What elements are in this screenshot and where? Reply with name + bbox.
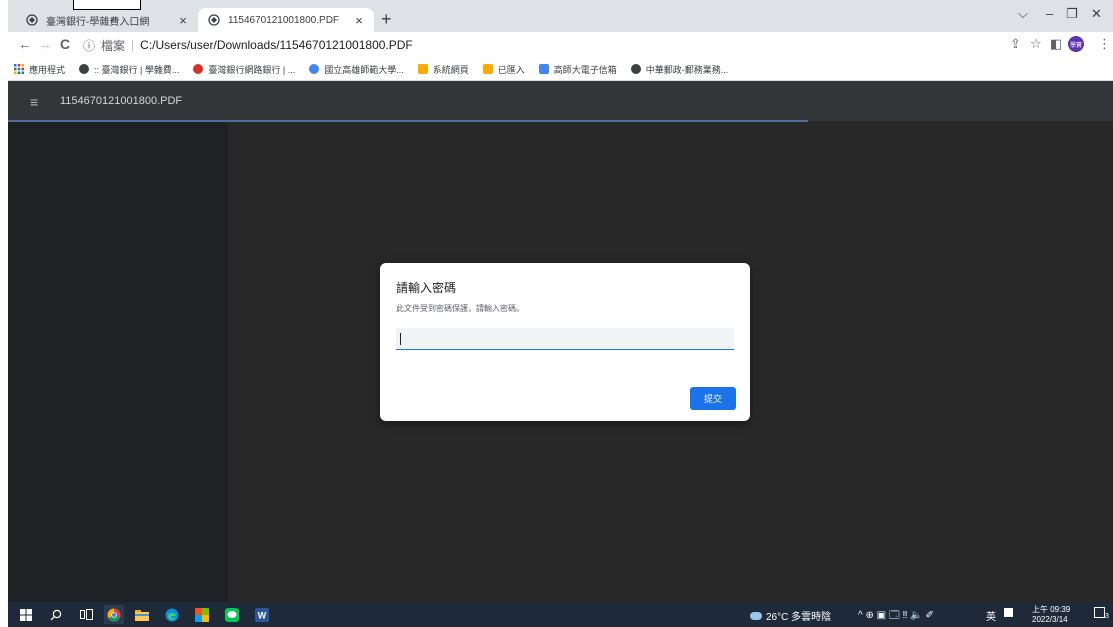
overlay-box (73, 0, 141, 10)
bookmark-item[interactable]: 已匯入 (482, 63, 525, 76)
globe-icon (630, 64, 641, 74)
ime-indicator[interactable]: 英 (986, 608, 996, 623)
windows-taskbar: W 26°C 多雲時陰 ^ ⊕ ▣ 🗔 ‼ 🔈 ✐ 英 上午 09:39 202… (8, 602, 1113, 627)
globe-icon (208, 14, 220, 26)
weather-text: 26°C 多雲時陰 (766, 612, 832, 623)
edge-icon[interactable] (162, 605, 182, 624)
apps-grid-icon (14, 64, 24, 74)
address-bar[interactable]: ⓘ 檔案 | C:/Users/user/Downloads/115467012… (83, 34, 983, 56)
thumbnail-sidebar (8, 122, 228, 602)
bookmark-label: 國立高雄師範大學... (324, 64, 404, 75)
bookmark-label: 中華郵政-郵務業務... (645, 64, 729, 75)
globe-icon (26, 14, 38, 26)
bookmarks-bar: 應用程式 :: 臺灣銀行 | 學雜費... 臺灣銀行網路銀行 | ... 國立高… (8, 58, 1113, 81)
bookmark-star-icon[interactable]: ☆ (1030, 36, 1042, 52)
scheme-label: 檔案 (101, 38, 126, 53)
folder-icon (417, 64, 428, 74)
weather-widget[interactable]: 26°C 多雲時陰 (750, 608, 831, 623)
text-caret (400, 333, 401, 345)
bookmark-item[interactable]: 中華郵政-郵務業務... (630, 63, 729, 76)
bookmark-item[interactable]: 系統網頁 (417, 63, 469, 76)
close-tab-icon[interactable]: × (174, 13, 192, 28)
minimize-button[interactable]: – (1046, 6, 1053, 21)
clock-time: 上午 09:39 (1032, 605, 1071, 614)
new-tab-button[interactable]: + (381, 8, 392, 30)
globe-icon (79, 64, 90, 74)
pdf-file-name: 1154670121001800.PDF (60, 95, 183, 107)
search-icon[interactable] (46, 605, 66, 624)
windows-start-icon[interactable] (16, 605, 36, 624)
browser-window: 臺灣銀行-學雜費入口網 × 1154670121001800.PDF × + ⌵… (8, 0, 1113, 627)
pdf-toolbar: ≡ 1154670121001800.PDF (8, 81, 1113, 121)
side-panel-icon[interactable]: ◧ (1050, 36, 1062, 52)
url-text: C:/Users/user/Downloads/1154670121001800… (140, 38, 413, 52)
tab-strip: 臺灣銀行-學雜費入口網 × 1154670121001800.PDF × + ⌵… (8, 0, 1113, 32)
restore-button[interactable]: ❐ (1066, 6, 1078, 22)
submit-button[interactable]: 提交 (690, 387, 736, 410)
bookmark-item[interactable]: 臺灣銀行網路銀行 | ... (193, 63, 295, 76)
close-window-button[interactable]: ✕ (1091, 6, 1102, 22)
notification-icon[interactable]: 3 (1094, 607, 1109, 621)
address-separator: | (131, 38, 135, 52)
browser-toolbar: ← → C ⓘ 檔案 | C:/Users/user/Downloads/115… (8, 32, 1113, 58)
file-explorer-icon[interactable] (132, 605, 152, 624)
dialog-message: 此文件受到密碼保護，請輸入密碼。 (396, 304, 524, 313)
tab-title: 臺灣銀行-學雜費入口網 (46, 16, 150, 28)
cloud-icon (750, 612, 762, 620)
bookmark-label: 已匯入 (497, 64, 525, 75)
info-icon[interactable]: ⓘ (83, 37, 95, 54)
clock-date: 2022/3/14 (1032, 615, 1068, 624)
bookmark-item[interactable]: :: 臺灣銀行 | 學雜費... (79, 63, 179, 76)
pdf-viewer: ≡ 1154670121001800.PDF 請輸入密碼 此文件受到密碼保護，請… (8, 81, 1113, 602)
notification-count: 3 (1105, 613, 1109, 620)
bookmark-item[interactable]: 高師大電子信箱 (538, 63, 617, 76)
reload-button[interactable]: C (60, 36, 70, 52)
password-input[interactable] (396, 328, 734, 350)
chrome-icon[interactable] (104, 605, 124, 624)
input-method-icon[interactable] (1004, 608, 1013, 620)
password-dialog: 請輸入密碼 此文件受到密碼保護，請輸入密碼。 提交 (380, 263, 750, 421)
bookmark-label: 系統網頁 (432, 64, 469, 75)
school-icon (309, 64, 320, 74)
tab-search-icon[interactable]: ⌵ (1018, 6, 1028, 22)
line-app-icon[interactable] (222, 605, 242, 624)
bookmark-label: :: 臺灣銀行 | 學雜費... (94, 64, 180, 75)
bookmark-item[interactable]: 國立高雄師範大學... (309, 63, 404, 76)
tab-pdf[interactable]: 1154670121001800.PDF × (198, 8, 374, 32)
share-icon[interactable]: ⇪ (1010, 36, 1021, 52)
task-view-icon[interactable] (76, 605, 96, 624)
tab-bank-portal[interactable]: 臺灣銀行-學雜費入口網 × (16, 8, 198, 32)
bank-icon (193, 64, 204, 74)
menu-icon[interactable]: ≡ (30, 94, 38, 110)
bookmark-label: 臺灣銀行網路銀行 | ... (208, 64, 296, 75)
close-tab-icon[interactable]: × (350, 13, 368, 28)
tab-title: 1154670121001800.PDF (228, 14, 340, 26)
system-clock[interactable]: 上午 09:39 2022/3/14 (1032, 605, 1070, 625)
back-button[interactable]: ← (18, 36, 32, 52)
folder-icon (482, 64, 493, 74)
browser-menu-icon[interactable]: ⋮ (1098, 36, 1111, 52)
forward-button[interactable]: → (38, 36, 52, 52)
bookmark-label: 高師大電子信箱 (553, 64, 617, 75)
mail-icon (538, 64, 549, 74)
word-icon[interactable]: W (252, 605, 272, 624)
dialog-title: 請輸入密碼 (396, 281, 457, 295)
system-tray-icons[interactable]: ^ ⊕ ▣ 🗔 ‼ 🔈 ✐ (858, 608, 934, 625)
paint-app-icon[interactable] (192, 605, 212, 624)
svg-text:W: W (258, 610, 267, 620)
bookmark-label: 應用程式 (29, 64, 66, 75)
bookmark-item[interactable]: 應用程式 (14, 63, 65, 76)
profile-avatar[interactable]: 學寶 (1068, 36, 1084, 52)
